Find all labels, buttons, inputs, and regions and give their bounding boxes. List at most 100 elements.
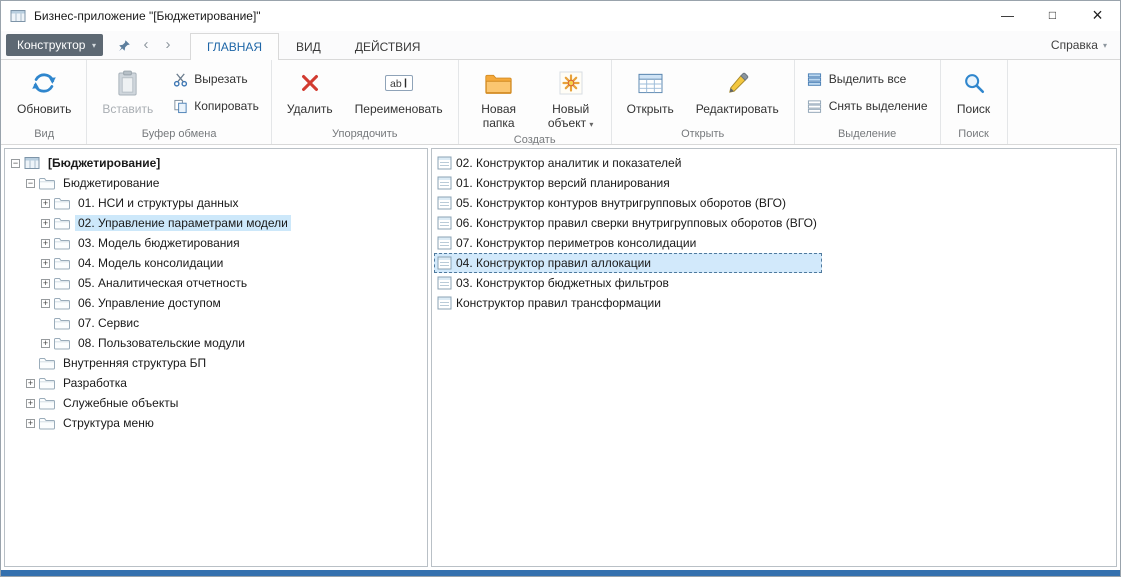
tree-item[interactable]: +03. Модель бюджетирования	[7, 233, 425, 253]
chevron-down-icon: ▾	[1103, 41, 1107, 50]
folder-icon	[54, 236, 71, 250]
tab-home[interactable]: ГЛАВНАЯ	[190, 33, 279, 60]
minimize-icon: —	[1001, 8, 1014, 23]
constructor-menu-button[interactable]: Конструктор ▾	[6, 34, 103, 56]
open-icon	[637, 68, 664, 98]
help-menu[interactable]: Справка ▾	[1051, 38, 1120, 52]
tree-item[interactable]: +06. Управление доступом	[7, 293, 425, 313]
pin-icon	[118, 39, 131, 52]
folder-icon	[39, 176, 56, 190]
list-item[interactable]: 04. Конструктор правил аллокации	[434, 253, 822, 273]
tree-item[interactable]: 07. Сервис	[7, 313, 425, 333]
new-folder-label: Новая папка	[474, 102, 524, 131]
tree-item-label: 05. Аналитическая отчетность	[75, 275, 250, 291]
delete-button[interactable]: Удалить	[277, 63, 343, 118]
folder-icon	[54, 276, 71, 290]
expand-icon[interactable]: +	[26, 399, 35, 408]
expand-icon[interactable]: +	[41, 219, 50, 228]
pin-button[interactable]	[114, 34, 134, 56]
expand-icon[interactable]: +	[41, 199, 50, 208]
tree-item[interactable]: +02. Управление параметрами модели	[7, 213, 425, 233]
folder-icon	[39, 376, 56, 390]
paste-button[interactable]: Вставить	[92, 63, 163, 118]
deselect-button[interactable]: Снять выделение	[800, 96, 935, 116]
object-icon	[437, 256, 452, 270]
search-button[interactable]: Поиск	[946, 63, 1002, 118]
application-window: Бизнес-приложение "[Бюджетирование]" — □…	[0, 0, 1121, 577]
list-item[interactable]: 01. Конструктор версий планирования	[434, 173, 822, 193]
cut-button[interactable]: Вырезать	[165, 69, 266, 89]
copy-button[interactable]: Копировать	[165, 96, 266, 116]
paste-label: Вставить	[102, 102, 153, 116]
object-list-pane: 02. Конструктор аналитик и показателей01…	[431, 148, 1117, 567]
collapse-icon[interactable]: −	[11, 159, 20, 168]
copy-icon	[172, 98, 188, 114]
refresh-label: Обновить	[17, 102, 71, 116]
tree-item[interactable]: −[Бюджетирование]	[7, 153, 425, 173]
expand-icon[interactable]: +	[41, 239, 50, 248]
collapse-icon[interactable]: −	[26, 179, 35, 188]
list-item[interactable]: 02. Конструктор аналитик и показателей	[434, 153, 822, 173]
tree-item[interactable]: +08. Пользовательские модули	[7, 333, 425, 353]
tab-view[interactable]: ВИД	[279, 33, 338, 59]
new-object-icon	[559, 68, 583, 98]
copy-label: Копировать	[194, 99, 259, 113]
constructor-menu-label: Конструктор	[17, 38, 85, 52]
open-button[interactable]: Открыть	[617, 63, 684, 118]
ribbon-tabs: ГЛАВНАЯ ВИД ДЕЙСТВИЯ	[190, 31, 437, 59]
list-item[interactable]: 05. Конструктор контуров внутригрупповых…	[434, 193, 822, 213]
list-item[interactable]: 07. Конструктор периметров консолидации	[434, 233, 822, 253]
close-button[interactable]: ×	[1075, 1, 1120, 30]
tree-item[interactable]: −Бюджетирование	[7, 173, 425, 193]
ribbon-group-label: Вид	[2, 127, 86, 144]
list-item-label: 07. Конструктор периметров консолидации	[456, 236, 696, 250]
ribbon-group-label: Открыть	[612, 127, 794, 144]
refresh-button[interactable]: Обновить	[7, 63, 81, 118]
new-object-button[interactable]: Новый объект ▾	[536, 63, 606, 133]
main-content: −[Бюджетирование]−Бюджетирование+01. НСИ…	[1, 145, 1120, 570]
rename-button[interactable]: ab Переименовать	[345, 63, 453, 118]
maximize-button[interactable]: □	[1030, 1, 1075, 30]
ribbon-group-selection: Выделить все Снять выделение Выделение	[795, 60, 941, 144]
folder-icon	[39, 396, 56, 410]
tree-item[interactable]: +Служебные объекты	[7, 393, 425, 413]
tree-item-label: 03. Модель бюджетирования	[75, 235, 243, 251]
edit-label: Редактировать	[696, 102, 779, 116]
expand-icon[interactable]: +	[26, 419, 35, 428]
object-icon	[437, 296, 452, 310]
select-all-button[interactable]: Выделить все	[800, 69, 935, 89]
tree-item-label: 02. Управление параметрами модели	[75, 215, 291, 231]
tree-item[interactable]: Внутренняя структура БП	[7, 353, 425, 373]
expand-icon[interactable]: +	[41, 279, 50, 288]
forward-button[interactable]: ›	[158, 34, 178, 56]
tree-item[interactable]: +Разработка	[7, 373, 425, 393]
folder-icon	[54, 336, 71, 350]
object-icon	[437, 196, 452, 210]
minimize-button[interactable]: —	[985, 1, 1030, 30]
cut-label: Вырезать	[194, 72, 247, 86]
refresh-icon	[30, 68, 58, 98]
back-button[interactable]: ‹	[136, 34, 156, 56]
edit-button[interactable]: Редактировать	[686, 63, 789, 118]
expand-icon[interactable]: +	[41, 339, 50, 348]
list-item[interactable]: Конструктор правил трансформации	[434, 293, 822, 313]
maximize-icon: □	[1049, 8, 1056, 22]
list-item[interactable]: 03. Конструктор бюджетных фильтров	[434, 273, 822, 293]
expand-icon[interactable]: +	[26, 379, 35, 388]
new-folder-button[interactable]: Новая папка	[464, 63, 534, 133]
deselect-label: Снять выделение	[829, 99, 928, 113]
tree-item[interactable]: +05. Аналитическая отчетность	[7, 273, 425, 293]
tree-item-label: 06. Управление доступом	[75, 295, 224, 311]
tab-actions[interactable]: ДЕЙСТВИЯ	[338, 33, 438, 59]
expand-icon[interactable]: +	[41, 259, 50, 268]
expand-icon[interactable]: +	[41, 299, 50, 308]
tree-item[interactable]: + Структура меню	[7, 413, 425, 433]
ribbon-group-label: Выделение	[795, 127, 940, 144]
ribbon-group-view: Обновить Вид	[2, 60, 87, 144]
tree-item-label: Структура меню	[60, 415, 157, 431]
tree-item[interactable]: +04. Модель консолидации	[7, 253, 425, 273]
open-label: Открыть	[627, 102, 674, 116]
tree-item[interactable]: +01. НСИ и структуры данных	[7, 193, 425, 213]
application-icon	[24, 156, 41, 170]
list-item[interactable]: 06. Конструктор правил сверки внутригруп…	[434, 213, 822, 233]
